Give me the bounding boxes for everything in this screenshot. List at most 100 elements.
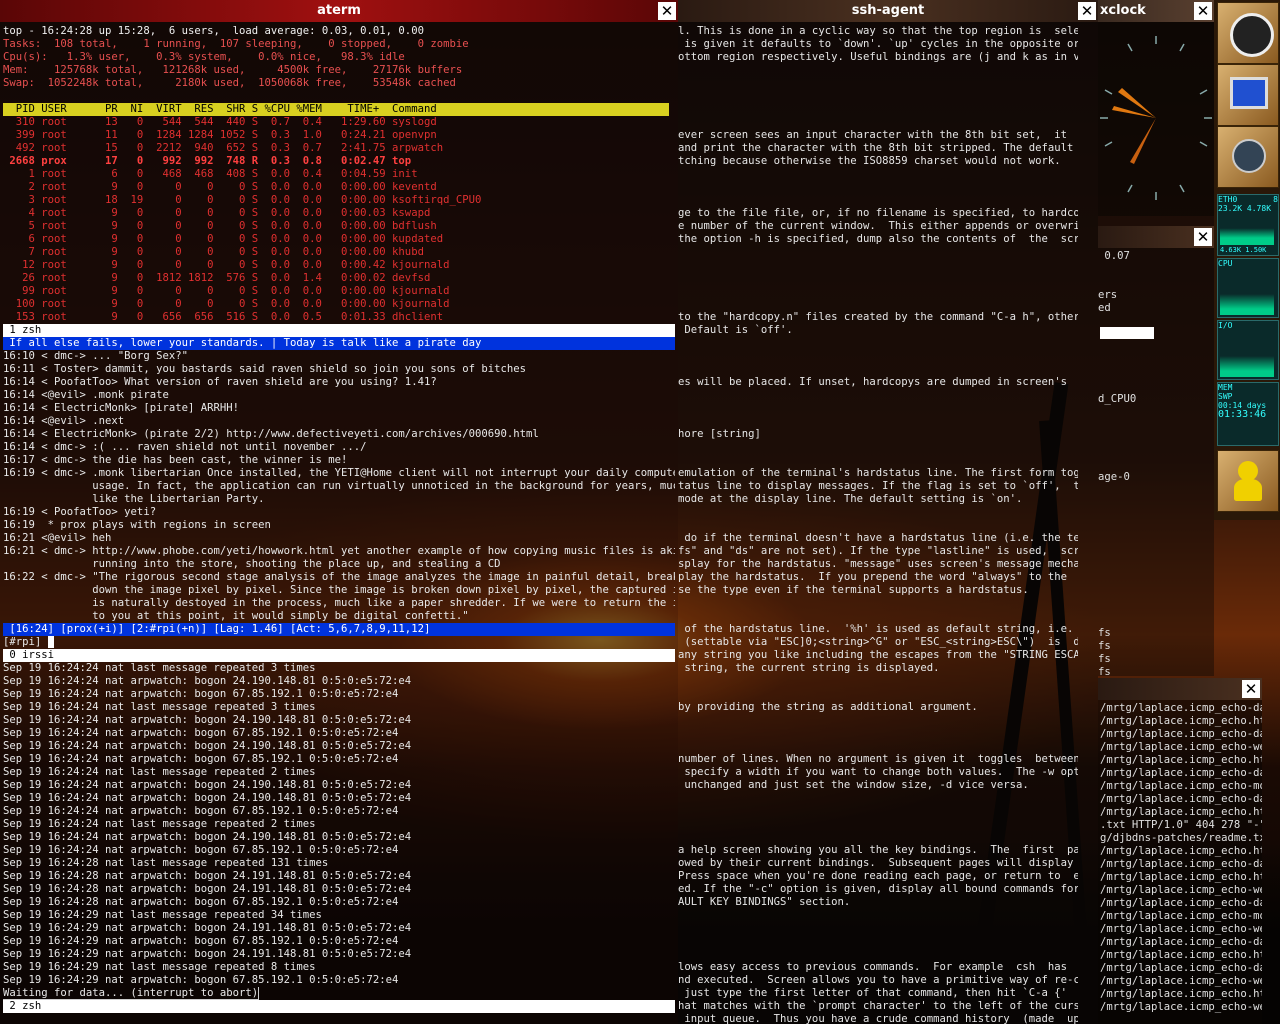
aterm-titlebar[interactable]: aterm ✕	[0, 0, 678, 22]
xclock-title: xclock	[1100, 3, 1146, 18]
man-line: se the type even if the terminal support…	[678, 584, 1029, 596]
man-line	[678, 415, 1078, 428]
access-log-line: g/djbdns-patches/readme.txt	[1100, 832, 1262, 844]
background-terminal-line: age-0	[1098, 471, 1130, 483]
man-line: any string you like including the escape…	[678, 649, 1078, 661]
irssi-region[interactable]: If all else fails, lower your standards.…	[3, 337, 675, 623]
log-line: Sep 19 16:24:24 nat arpwatch: bogon 24.1…	[3, 740, 412, 752]
man-line	[678, 168, 1078, 181]
eth-monitor: ETH0 8 23.2K 4.78K 4.63K 1.50K	[1217, 194, 1279, 256]
access-log-line: /mrtg/laplace.icmp_echo-da	[1100, 897, 1262, 909]
close-icon[interactable]: ✕	[658, 2, 676, 20]
man-line	[678, 688, 1078, 701]
access-log-line: /mrtg/laplace.icmp_echo-we	[1100, 923, 1262, 935]
background-terminal-titlebar[interactable]: ✕	[1098, 226, 1214, 248]
man-line: (settable via "ESC]0;<string>^G" or "ESC…	[678, 636, 1078, 648]
man-line: AULT KEY BINDINGS" section.	[678, 896, 851, 908]
background-terminal-line	[1098, 354, 1214, 367]
man-line: ge to the file file, or, if no filename …	[678, 207, 1078, 219]
background-terminal-line	[1098, 614, 1214, 627]
process-row: 1 root 6 0 468 468 408 S 0.0 0.4 0:04.59…	[3, 168, 418, 180]
man-line	[678, 506, 1078, 519]
ssh-agent-title: ssh-agent	[851, 3, 925, 18]
background-terminal-line	[1098, 549, 1214, 562]
irssi-message: 16:17 < dmc-> the die has been cast, the…	[3, 454, 348, 466]
log-line: Sep 19 16:24:28 nat arpwatch: bogon 24.1…	[3, 883, 412, 895]
screen-window-bar[interactable]: 1 zsh	[3, 324, 675, 337]
access-log-titlebar[interactable]: ✕	[1098, 678, 1262, 700]
log-line: Sep 19 16:24:29 nat arpwatch: bogon 67.8…	[3, 974, 399, 986]
access-log-line: /mrtg/laplace.icmp_echo-we	[1100, 884, 1262, 896]
eth-label: ETH0	[1218, 195, 1238, 204]
ssh-agent-window[interactable]: ssh-agent ✕ l. This is done in a cyclic …	[678, 0, 1098, 1024]
man-line: lows easy access to previous commands. F…	[678, 961, 1078, 973]
man-line: owed by their current bindings. Subseque…	[678, 857, 1078, 869]
dock-gaim-icon[interactable]	[1217, 450, 1279, 512]
man-line	[678, 116, 1078, 129]
screen-window-bar-irssi[interactable]: 0 irssi	[3, 649, 675, 662]
background-terminal-line	[1098, 263, 1214, 276]
irssi-topic-bar: If all else fails, lower your standards.…	[3, 337, 675, 350]
irssi-message: 16:21 <@evil> heh	[3, 532, 112, 544]
man-line: es will be placed. If unset, hardcopys a…	[678, 376, 1078, 388]
close-icon[interactable]: ✕	[1194, 228, 1212, 246]
dock-app-icon[interactable]	[1217, 2, 1279, 64]
irssi-input-line[interactable]: [#rpi]	[3, 636, 675, 649]
process-row: 399 root 11 0 1284 1284 1052 S 0.3 1.0 0…	[3, 129, 437, 141]
eth-tx: 4.78K	[1246, 204, 1272, 213]
irssi-message: 16:14 < ElectricMonk> (pirate 2/2) http:…	[3, 428, 539, 440]
top-summary-line: top - 16:24:28 up 15:28, 6 users, load a…	[3, 25, 424, 37]
background-terminal-line: fs	[1098, 640, 1111, 652]
man-line	[678, 272, 1078, 285]
man-line	[678, 454, 1078, 467]
access-log-line: /mrtg/laplace.icmp_echo-mo	[1100, 910, 1262, 922]
irssi-message: to you at this point, it would simply be…	[3, 610, 469, 622]
man-line: l. This is done in a cyclic way so that …	[678, 25, 1078, 37]
background-terminal-line	[1098, 380, 1214, 393]
man-line: emulation of the terminal's hardstatus l…	[678, 467, 1078, 479]
close-icon[interactable]: ✕	[1194, 2, 1212, 20]
dock-terminal-icon[interactable]	[1217, 64, 1279, 126]
irssi-message: usage. In fact, the application can run …	[3, 480, 675, 492]
process-row: 2668 prox 17 0 992 992 748 R 0.3 0.8 0:0…	[3, 155, 412, 167]
close-icon[interactable]: ✕	[1078, 2, 1096, 20]
man-line	[678, 792, 1078, 805]
irssi-message: is naturally destoyed in the process, mu…	[3, 597, 675, 609]
background-terminal-line: fs	[1098, 627, 1111, 639]
irssi-message: down the image pixel by pixel. Since the…	[3, 584, 675, 596]
access-log-line: /mrtg/laplace.icmp_echo.ht	[1100, 715, 1262, 727]
background-terminal-line: ers	[1098, 289, 1118, 301]
eth-rx: 23.2K	[1218, 204, 1243, 213]
log-line: Sep 19 16:24:24 nat arpwatch: bogon 67.8…	[3, 753, 399, 765]
background-terminal-line	[1098, 432, 1214, 445]
io-label: I/O	[1218, 321, 1233, 330]
aterm-window[interactable]: aterm ✕ top - 16:24:28 up 15:28, 6 users…	[0, 0, 678, 1024]
screen-window-bar-zsh[interactable]: 2 zsh	[3, 1000, 675, 1013]
close-icon[interactable]: ✕	[1242, 680, 1260, 698]
man-line	[678, 103, 1078, 116]
access-log-window[interactable]: ✕ /mrtg/laplace.icmp_echo-da/mrtg/laplac…	[1098, 678, 1262, 1024]
xclock-titlebar[interactable]: xclock ✕	[1098, 0, 1214, 22]
log-line: Sep 19 16:24:24 nat arpwatch: bogon 24.1…	[3, 779, 412, 791]
irssi-message: 16:14 < PoofatToo> What version of raven…	[3, 376, 437, 388]
process-row: 12 root 9 0 0 0 0 S 0.0 0.0 0:00.42 kjou…	[3, 259, 450, 271]
man-line: tching because otherwise the ISO8859 cha…	[678, 155, 1061, 167]
log-line: Sep 19 16:24:24 nat last message repeate…	[3, 662, 316, 674]
process-row: 492 root 15 0 2212 940 652 S 0.3 0.7 2:4…	[3, 142, 444, 154]
log-line: Sep 19 16:24:24 nat arpwatch: bogon 67.8…	[3, 727, 399, 739]
xclock-window[interactable]: xclock ✕	[1098, 0, 1214, 216]
top-summary-line: Tasks: 108 total, 1 running, 107 sleepin…	[3, 38, 469, 50]
dock-wmaker-icon[interactable]	[1217, 126, 1279, 188]
man-line	[678, 805, 1078, 818]
clock-minute-hand	[1112, 106, 1156, 118]
log-line: Sep 19 16:24:24 nat last message repeate…	[3, 766, 316, 778]
background-terminal[interactable]: ✕ 0.07ersedd_CPU0age-0fsfsfsfsfs	[1098, 226, 1214, 676]
top-summary-line: Mem: 125768k total, 121268k used, 4500k …	[3, 64, 463, 76]
irssi-message: 16:21 < dmc-> http://www.phobe.com/yeti/…	[3, 545, 675, 557]
eth-num: 8	[1273, 195, 1278, 204]
arpwatch-log: Sep 19 16:24:24 nat last message repeate…	[3, 662, 675, 987]
background-terminal-line	[1098, 367, 1214, 380]
irssi-message: 16:22 < dmc-> "The rigorous second stage…	[3, 571, 675, 583]
log-line: Sep 19 16:24:24 nat last message repeate…	[3, 818, 316, 830]
ssh-agent-titlebar[interactable]: ssh-agent ✕	[678, 0, 1098, 22]
